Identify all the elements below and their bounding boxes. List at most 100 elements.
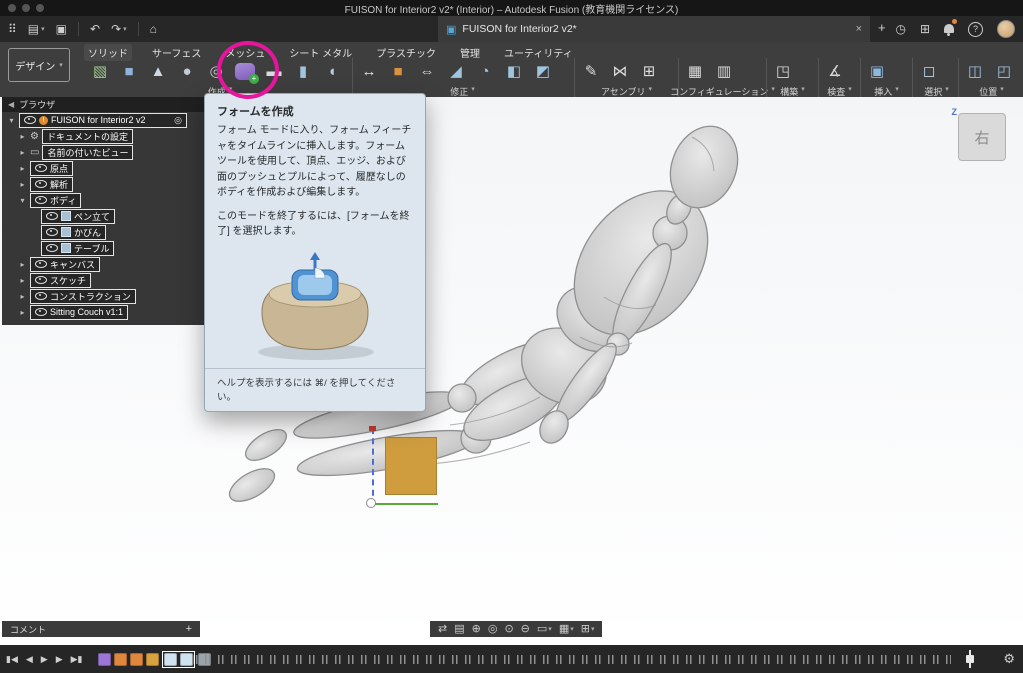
browser-row[interactable]: ▾!FUISON for Interior2 v2◎: [2, 112, 206, 128]
browser-row[interactable]: ▾ボディ: [2, 192, 206, 208]
look-at-icon[interactable]: ⊙: [504, 624, 513, 635]
notifications-button[interactable]: [944, 22, 954, 36]
viewports-icon[interactable]: ⊞▾: [581, 624, 595, 635]
sphere-primitive-icon[interactable]: ●: [175, 58, 199, 84]
expand-arrow-icon[interactable]: ▸: [18, 164, 27, 173]
browser-item[interactable]: ボディ: [30, 193, 81, 208]
grid-settings-icon[interactable]: ▦▾: [559, 624, 574, 635]
timeline-position-marker[interactable]: [969, 650, 971, 668]
browser-item[interactable]: キャンバス: [30, 257, 100, 272]
new-tab-button[interactable]: +: [878, 20, 886, 35]
visibility-eye-icon[interactable]: [46, 244, 58, 252]
expand-arrow-icon[interactable]: ▸: [18, 132, 27, 141]
browser-item[interactable]: ドキュメントの設定: [42, 129, 133, 144]
expand-arrow-icon[interactable]: ▸: [18, 180, 27, 189]
visibility-eye-icon[interactable]: [35, 292, 47, 300]
workspace-selector[interactable]: デザイン ▾: [8, 48, 70, 82]
browser-item[interactable]: コンストラクション: [30, 289, 136, 304]
sketch-origin-point[interactable]: [366, 498, 376, 508]
browser-row[interactable]: ▸Sitting Couch v1:1: [2, 304, 206, 320]
add-comment-button[interactable]: +: [186, 623, 192, 635]
browser-item[interactable]: スケッチ: [30, 273, 91, 288]
joint-icon[interactable]: ⋈: [608, 58, 632, 84]
cone-primitive-icon[interactable]: ▲: [146, 58, 170, 84]
timeline-settings-gear-icon[interactable]: ⚙: [1003, 651, 1015, 667]
redo-button[interactable]: ↷▾: [111, 22, 127, 36]
selected-feature-marker[interactable]: [164, 653, 177, 666]
browser-item[interactable]: 名前の付いたビュー: [42, 145, 133, 160]
browser-item[interactable]: かびん: [41, 225, 106, 240]
undo-button[interactable]: ↶: [90, 22, 100, 36]
document-tab[interactable]: ▣ FUISON for Interior2 v2* ×: [438, 16, 870, 42]
sketch-rectangle[interactable]: [385, 437, 437, 495]
go-to-start-button[interactable]: ▮◀: [6, 654, 18, 665]
app-grid-icon[interactable]: ⠿: [8, 22, 17, 36]
browser-item[interactable]: 原点: [30, 161, 73, 176]
combine-icon[interactable]: ◧: [502, 58, 526, 84]
window-controls[interactable]: [8, 4, 44, 12]
move-icon[interactable]: ↔: [357, 58, 381, 84]
expand-arrow-icon[interactable]: ▸: [18, 276, 27, 285]
feature-marker[interactable]: [146, 653, 159, 666]
split-body-icon[interactable]: ◩: [531, 58, 555, 84]
visibility-eye-icon[interactable]: [24, 116, 36, 124]
browser-row[interactable]: ▸▭名前の付いたビュー: [2, 144, 206, 160]
visibility-eye-icon[interactable]: [35, 276, 47, 284]
expand-arrow-icon[interactable]: ▸: [18, 148, 27, 157]
visibility-eye-icon[interactable]: [35, 164, 47, 172]
pan-icon[interactable]: ⊕: [472, 624, 481, 635]
browser-row[interactable]: ▸解析: [2, 176, 206, 192]
construction-plane-icon[interactable]: ◳: [771, 58, 795, 84]
view-history-icon[interactable]: ⇄: [438, 624, 447, 635]
extensions-icon[interactable]: ⊞: [920, 22, 930, 36]
rigid-group-icon[interactable]: ⊞: [637, 58, 661, 84]
viewcube[interactable]: 右: [958, 113, 1006, 161]
browser-row[interactable]: ▸スケッチ: [2, 272, 206, 288]
fillet-icon[interactable]: ◢: [444, 58, 468, 84]
close-tab-icon[interactable]: ×: [856, 23, 862, 35]
feature-marker[interactable]: [114, 653, 127, 666]
step-back-button[interactable]: ◀: [26, 654, 33, 665]
browser-row[interactable]: ペン立て: [2, 208, 206, 224]
browser-item[interactable]: !FUISON for Interior2 v2◎: [19, 113, 187, 128]
collapse-arrow-icon[interactable]: ▾: [18, 196, 27, 205]
comments-bar[interactable]: コメント +: [2, 621, 200, 637]
timeline-ticks[interactable]: [192, 655, 951, 664]
configure-icon[interactable]: ▦: [683, 58, 707, 84]
offset-face-icon[interactable]: ⇔: [415, 58, 439, 84]
form-feature-marker[interactable]: [98, 653, 111, 666]
pipe-primitive-icon[interactable]: ◖: [320, 58, 344, 84]
visibility-eye-icon[interactable]: [35, 196, 47, 204]
visibility-eye-icon[interactable]: [46, 212, 58, 220]
browser-row[interactable]: ▸コンストラクション: [2, 288, 206, 304]
visibility-eye-icon[interactable]: [46, 228, 58, 236]
minimize-window-icon[interactable]: [22, 4, 30, 12]
visibility-eye-icon[interactable]: [35, 260, 47, 268]
zoom-icon[interactable]: ⊖: [521, 624, 530, 635]
shell-icon[interactable]: ◔: [473, 58, 497, 84]
user-avatar[interactable]: [997, 20, 1015, 38]
file-menu-button[interactable]: ▤▾: [28, 22, 45, 36]
new-component-icon[interactable]: ✎: [579, 58, 603, 84]
help-button[interactable]: ?: [968, 22, 983, 37]
browser-item[interactable]: ペン立て: [41, 209, 115, 224]
browser-row[interactable]: ▸原点: [2, 160, 206, 176]
feature-marker[interactable]: [130, 653, 143, 666]
orbit-icon[interactable]: ◎: [488, 624, 498, 635]
measure-icon[interactable]: ∡: [823, 58, 847, 84]
cylinder-primitive-icon[interactable]: ▮: [291, 58, 315, 84]
browser-item[interactable]: 解析: [30, 177, 73, 192]
expand-arrow-icon[interactable]: ▸: [18, 260, 27, 269]
browser-row[interactable]: ▸⚙ドキュメントの設定: [2, 128, 206, 144]
expand-arrow-icon[interactable]: ▸: [18, 308, 27, 317]
select-window-icon[interactable]: ◻: [917, 58, 941, 84]
step-forward-button[interactable]: ▶: [56, 654, 63, 665]
collapse-panel-icon[interactable]: ◀: [8, 100, 14, 109]
save-button[interactable]: ▣: [56, 22, 67, 36]
collapse-arrow-icon[interactable]: ▾: [7, 116, 16, 125]
configuration-table-icon[interactable]: ▥: [712, 58, 736, 84]
box-primitive-icon[interactable]: ■: [117, 58, 141, 84]
close-window-icon[interactable]: [8, 4, 16, 12]
job-status-icon[interactable]: ◷: [895, 22, 905, 36]
activate-component-icon[interactable]: ◎: [174, 115, 182, 126]
